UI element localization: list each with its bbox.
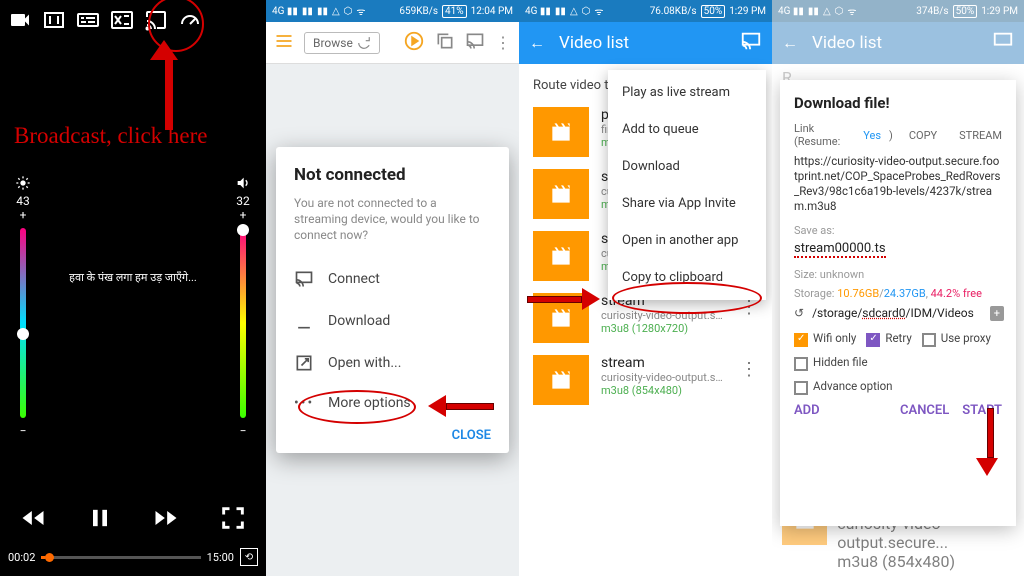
dots-icon: •••	[294, 395, 314, 411]
time-total: 15:00	[207, 551, 234, 564]
annotation-arrow-left	[428, 395, 494, 417]
hidden-checkbox[interactable]: Hidden file	[794, 355, 868, 369]
volume-slider[interactable]: 32 + −	[228, 175, 258, 438]
more-icon[interactable]: ⋮	[495, 33, 511, 52]
rewind-button[interactable]	[19, 504, 47, 536]
forward-button[interactable]	[152, 504, 180, 536]
camera-icon[interactable]	[8, 8, 32, 36]
cast-icon[interactable]	[740, 30, 762, 56]
page-title: Video list	[559, 33, 726, 53]
storage-info: Storage: 10.76GB/24.37GB, 44.2% free	[794, 287, 1002, 300]
back-icon[interactable]: ←	[782, 33, 798, 53]
copy-icon[interactable]	[435, 31, 455, 55]
video-thumb-icon	[533, 231, 589, 281]
cast-icon[interactable]	[465, 31, 485, 55]
cast-icon[interactable]	[992, 30, 1014, 56]
menu-play-live[interactable]: Play as live stream	[608, 74, 766, 111]
add-folder-icon[interactable]: +	[990, 306, 1004, 321]
status-bar: 4G ▮▮▮▮▮▮△⬡ᯤ 659KB/s41%12:04 PM	[266, 0, 519, 22]
history-icon[interactable]: ↺	[794, 306, 804, 320]
item-sub: curiosity-video-output.secure...	[601, 309, 724, 322]
stream-button[interactable]: STREAM	[959, 129, 1002, 142]
size-label: Size: unknown	[794, 268, 1002, 281]
dialog-body: You are not connected to a streaming dev…	[294, 195, 491, 244]
subtitle-icon[interactable]	[76, 8, 100, 36]
video-thumb-icon	[533, 169, 589, 219]
video-thumb-icon	[533, 355, 589, 405]
menu-add-queue[interactable]: Add to queue	[608, 111, 766, 148]
item-format: m3u8 (854x480)	[601, 384, 724, 397]
path-field[interactable]: /storage/sdcard0/IDM/Videos	[812, 306, 974, 320]
subtitle-text: हवा के पंख लगा हम उड़ जाएँगे...	[50, 270, 216, 285]
save-as-field[interactable]: stream00000.ts	[794, 241, 886, 258]
speedometer-icon[interactable]	[178, 8, 202, 36]
add-button[interactable]: ADD	[794, 403, 820, 418]
wifi-checkbox[interactable]: Wifi only	[794, 331, 856, 345]
volume-value: 32	[228, 194, 258, 208]
menu-icon[interactable]	[274, 31, 294, 55]
shuffle-icon[interactable]	[110, 8, 134, 36]
page-title: Video list	[812, 33, 978, 53]
proxy-checkbox[interactable]: Use proxy	[922, 331, 991, 345]
annotation-arrow-up	[160, 40, 178, 130]
list-item[interactable]: streamcuriosity-video-output.secure...m3…	[519, 349, 772, 411]
dialog-title: Download file!	[794, 94, 1002, 112]
app-bar: ← Video list	[772, 22, 1024, 64]
open-with-option[interactable]: Open with...	[294, 342, 491, 384]
browse-button[interactable]: Browse	[304, 32, 380, 54]
brightness-slider[interactable]: 43 + −	[8, 175, 38, 438]
retry-checkbox[interactable]: Retry	[866, 331, 911, 345]
connect-option[interactable]: Connect	[294, 258, 491, 300]
open-icon	[294, 353, 314, 373]
item-sub: curiosity-video-output.secure...	[601, 371, 724, 384]
brightness-value: 43	[8, 194, 38, 208]
menu-open-another[interactable]: Open in another app	[608, 222, 766, 259]
fullscreen-button[interactable]	[219, 504, 247, 536]
annotation-arrow-down	[983, 408, 998, 476]
item-format: m3u8 (1280x720)	[601, 322, 724, 335]
context-menu: Play as live stream Add to queue Downloa…	[608, 70, 766, 300]
cancel-button[interactable]: CANCEL	[900, 403, 949, 418]
annotation-arrow-right	[527, 288, 600, 310]
copy-button[interactable]: COPY	[909, 129, 937, 142]
volume-icon	[235, 175, 251, 191]
app-bar: ← Video list	[519, 22, 772, 64]
time-current: 00:02	[8, 551, 35, 564]
back-icon[interactable]: ←	[529, 33, 545, 53]
cast-icon	[294, 269, 314, 289]
pause-button[interactable]	[86, 504, 114, 536]
close-button[interactable]: CLOSE	[294, 422, 491, 443]
item-title: stream	[601, 355, 724, 371]
loop-button[interactable]: ⟲	[240, 548, 258, 566]
status-bar: 4G ▮▮▮▮△⬡ᯤ 374B/s50%1:29 PM	[772, 0, 1024, 22]
menu-copy-clip[interactable]: Copy to clipboard	[608, 259, 766, 296]
download-icon	[294, 311, 314, 331]
dialog-title: Not connected	[294, 165, 491, 185]
brightness-icon	[15, 175, 31, 191]
menu-download[interactable]: Download	[608, 148, 766, 185]
play-circle-icon[interactable]	[403, 30, 425, 56]
advance-checkbox[interactable]: Advance option	[794, 379, 893, 393]
broadcast-hint: Broadcast, click here	[14, 123, 208, 149]
download-option[interactable]: Download	[294, 300, 491, 342]
cast-icon[interactable]	[144, 8, 168, 36]
app-bar: Browse ⋮	[266, 22, 519, 64]
item-more-icon[interactable]: ⋮	[736, 355, 762, 384]
video-thumb-icon	[533, 107, 589, 157]
status-bar: 4G ▮▮▮▮△⬡ᯤ 76.08KB/s50%1:29 PM	[519, 0, 772, 22]
aspect-icon[interactable]	[42, 8, 66, 36]
url-text: https://curiosity-video-output.secure.fo…	[794, 154, 1002, 214]
seek-bar[interactable]	[41, 556, 200, 559]
menu-share[interactable]: Share via App Invite	[608, 185, 766, 222]
